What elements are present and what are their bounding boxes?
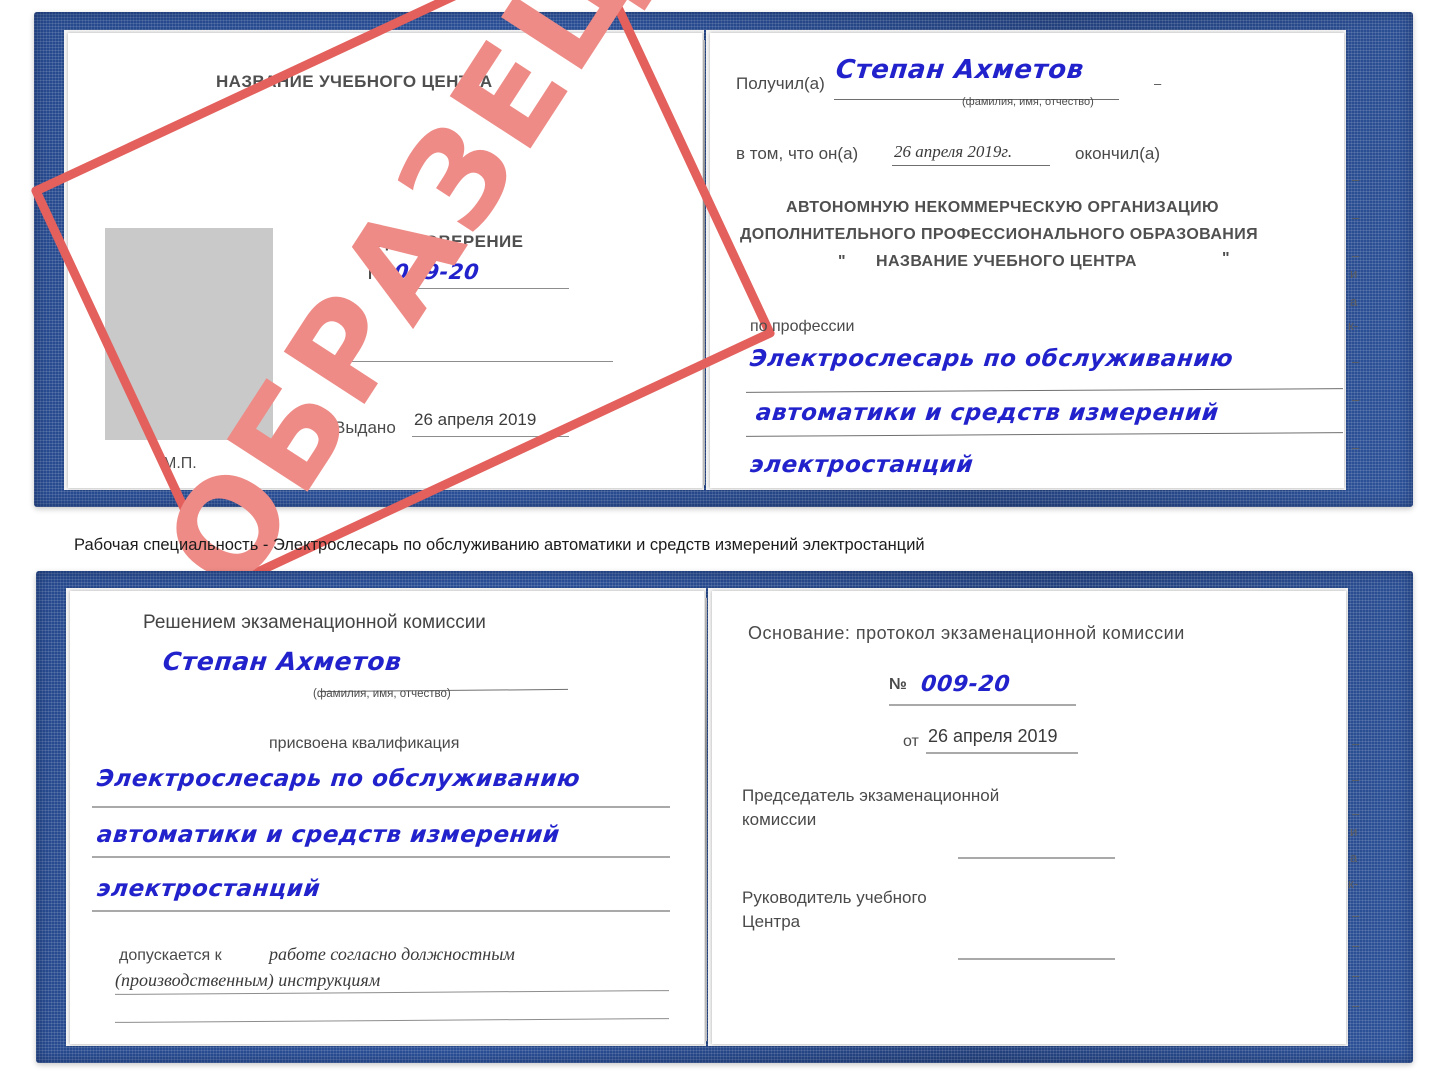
photo-placeholder xyxy=(105,228,273,440)
profession-line-1: Электрослесарь по обслуживанию xyxy=(748,346,1235,372)
edge-fragment: а xyxy=(1350,850,1358,865)
completion-date-rule xyxy=(892,165,1050,166)
qualification-rule-1 xyxy=(92,806,670,808)
issued-date-rule xyxy=(412,436,569,437)
qualification-rule-2 xyxy=(92,856,670,858)
edge-fragment: и xyxy=(1350,266,1358,281)
qualification-line-1: Электрослесарь по обслуживанию xyxy=(95,766,582,792)
edge-fragment: к- xyxy=(1348,318,1359,333)
organization-quote-open: " xyxy=(838,253,846,270)
issued-date-value: 26 апреля 2019 xyxy=(414,410,537,429)
edge-fragment: – xyxy=(1352,806,1360,821)
edge-fragment: а xyxy=(1350,294,1358,309)
organization-quote-close: " xyxy=(1222,250,1230,267)
edge-fragment: – xyxy=(1352,908,1360,923)
edge-fragment: – xyxy=(1352,772,1360,787)
admitted-to-value-line-1: работе согласно должностным xyxy=(269,944,515,964)
organization-line-2: ДОПОЛНИТЕЛЬНОГО ПРОФЕССИОНАЛЬНОГО ОБРАЗО… xyxy=(740,226,1259,243)
head-of-center-signature-rule xyxy=(958,958,1115,960)
profession-line-3: электростанций xyxy=(748,452,975,478)
finished-label: окончил(а) xyxy=(1075,144,1160,163)
issued-label: Выдано xyxy=(334,418,396,437)
certificate-number-label: № xyxy=(368,264,387,283)
chairman-label-line-2: комиссии xyxy=(742,810,817,829)
edge-fragment: – xyxy=(1352,210,1360,225)
recipient-name-value: Степан Ахметов xyxy=(161,647,404,676)
protocol-date-value: 26 апреля 2019 xyxy=(928,726,1058,746)
admitted-to-label: допускается к xyxy=(119,947,222,964)
protocol-number-rule xyxy=(889,704,1076,706)
protocol-number-label: № xyxy=(889,676,907,693)
received-by-label: Получил(а) xyxy=(736,74,825,93)
edge-fragment: – xyxy=(1352,354,1360,369)
completion-date-value: 26 апреля 2019г. xyxy=(894,142,1013,161)
exam-commission-decision-label: Решением экзаменационной комиссии xyxy=(143,612,486,633)
page-caption: Рабочая специальность - Электрослесарь п… xyxy=(74,536,925,554)
protocol-date-label: от xyxy=(903,733,919,750)
protocol-number-value: 009-20 xyxy=(919,672,1012,697)
document-title: УДОСТОВЕРЕНИЕ xyxy=(366,232,524,251)
head-of-center-label-line-2: Центра xyxy=(742,912,801,931)
received-by-value: Степан Ахметов xyxy=(834,55,1086,85)
seal-place-label: М.П. xyxy=(163,455,197,472)
edge-fragment: – xyxy=(1352,248,1360,263)
certificate-1-binding-gutter xyxy=(703,40,705,485)
edge-fragment: – xyxy=(1352,998,1360,1013)
chairman-signature-rule xyxy=(958,857,1115,859)
edge-fragment: к- xyxy=(1348,876,1359,891)
protocol-date-rule xyxy=(926,752,1078,754)
chairman-label-line-1: Председатель экзаменационной xyxy=(742,786,1000,805)
qualification-line-3: электростанций xyxy=(95,876,322,902)
basis-protocol-label: Основание: протокол экзаменационной коми… xyxy=(748,623,1185,643)
edge-fragment: – xyxy=(1352,968,1360,983)
received-by-edge-dash: – xyxy=(1154,76,1162,91)
admitted-to-value-line-2: (производственным) инструкциям xyxy=(115,970,381,990)
edge-fragment: – xyxy=(1352,440,1360,455)
qualification-label: присвоена квалификация xyxy=(269,735,460,752)
qualification-rule-3 xyxy=(92,910,670,912)
certificate-blank-rule-1 xyxy=(343,361,613,362)
profession-line-2: автоматики и средств измерений xyxy=(754,400,1221,426)
profession-label: по профессии xyxy=(750,318,855,335)
certificate-number-value: 009-20 xyxy=(392,260,481,284)
organization-line-3: НАЗВАНИЕ УЧЕБНОГО ЦЕНТРА xyxy=(876,253,1137,270)
certificate-number-rule xyxy=(392,288,569,289)
edge-fragment: и xyxy=(1350,824,1358,839)
received-by-fio-hint: (фамилия, имя, отчество) xyxy=(962,96,1094,108)
recipient-fio-hint: (фамилия, имя, отчество) xyxy=(313,688,451,700)
organization-line-1: АВТОНОМНУЮ НЕКОММЕРЧЕСКУЮ ОРГАНИЗАЦИЮ xyxy=(786,199,1219,216)
training-center-name-heading: НАЗВАНИЕ УЧЕБНОГО ЦЕНТРА xyxy=(216,72,493,91)
edge-fragment: – xyxy=(1352,736,1360,751)
in-that-label: в том, что он(а) xyxy=(736,144,859,163)
head-of-center-label-line-1: Руководитель учебного xyxy=(742,888,927,907)
edge-fragment: – xyxy=(1352,938,1360,953)
certificate-2-binding-gutter xyxy=(705,598,707,1041)
qualification-line-2: автоматики и средств измерений xyxy=(95,822,562,848)
edge-fragment: – xyxy=(1352,172,1360,187)
edge-fragment: – xyxy=(1352,392,1360,407)
